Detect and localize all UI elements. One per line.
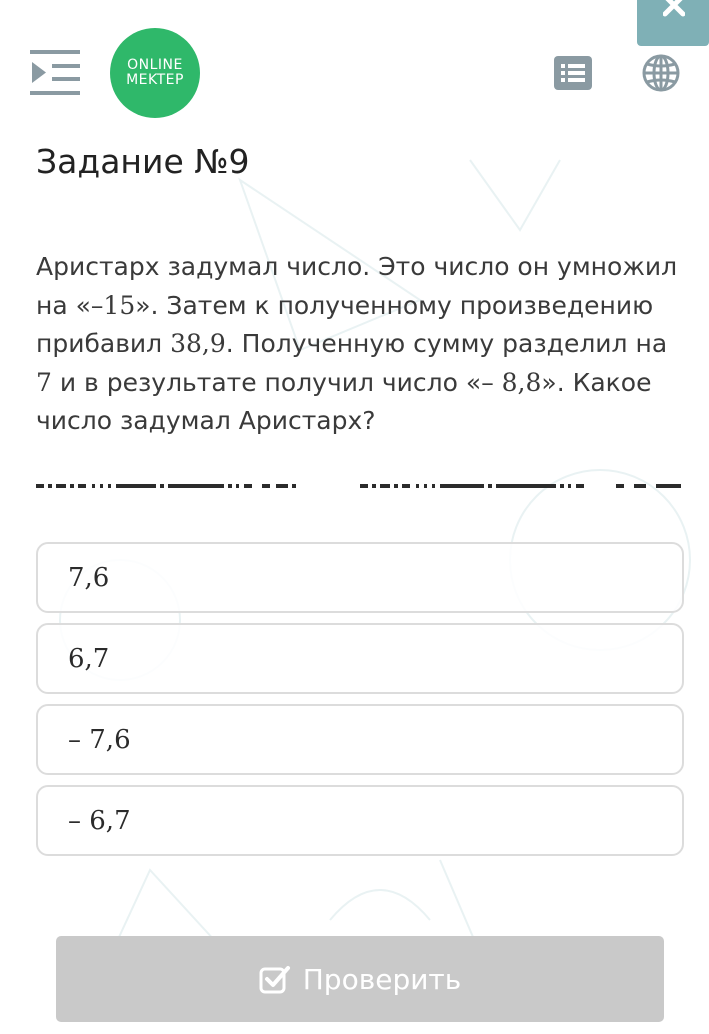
close-icon xyxy=(663,0,685,17)
check-button[interactable]: Проверить xyxy=(56,936,664,1022)
close-button[interactable] xyxy=(637,0,709,46)
logo-line2: MEKTEP xyxy=(126,72,184,88)
logo-line1: ONLINE xyxy=(127,57,183,73)
task-title: Задание №9 xyxy=(36,142,250,181)
question-number: 7 xyxy=(36,367,52,397)
question-text: Аристарх задумал число. Это число он умн… xyxy=(36,248,686,441)
question-part: . Полученную сумму разделил на xyxy=(225,329,668,358)
check-button-label: Проверить xyxy=(302,962,462,996)
answer-option-label: 6,7 xyxy=(68,643,110,674)
question-number: –15 xyxy=(90,290,136,320)
question-number: 38,9 xyxy=(170,329,226,358)
menu-indent-icon[interactable] xyxy=(30,50,82,96)
answer-option-label: – 7,6 xyxy=(68,724,131,755)
online-mektep-logo[interactable]: ONLINE MEKTEP xyxy=(110,28,200,118)
answer-option[interactable]: – 6,7 xyxy=(36,785,684,856)
header: ONLINE MEKTEP xyxy=(0,0,709,130)
answer-option[interactable]: 6,7 xyxy=(36,623,684,694)
question-number: – 8,8 xyxy=(481,367,542,397)
checkbox-icon xyxy=(259,964,291,994)
answer-option-label: 7,6 xyxy=(68,562,110,593)
answer-option-label: – 6,7 xyxy=(68,805,131,836)
list-icon[interactable] xyxy=(554,56,592,90)
answer-options: 7,6 6,7 – 7,6 – 6,7 xyxy=(36,542,684,866)
globe-icon[interactable] xyxy=(641,53,681,93)
question-part: и в результате получил число « xyxy=(51,367,482,397)
answer-option[interactable]: – 7,6 xyxy=(36,704,684,775)
answer-option[interactable]: 7,6 xyxy=(36,542,684,613)
divider-dashes xyxy=(36,484,681,488)
